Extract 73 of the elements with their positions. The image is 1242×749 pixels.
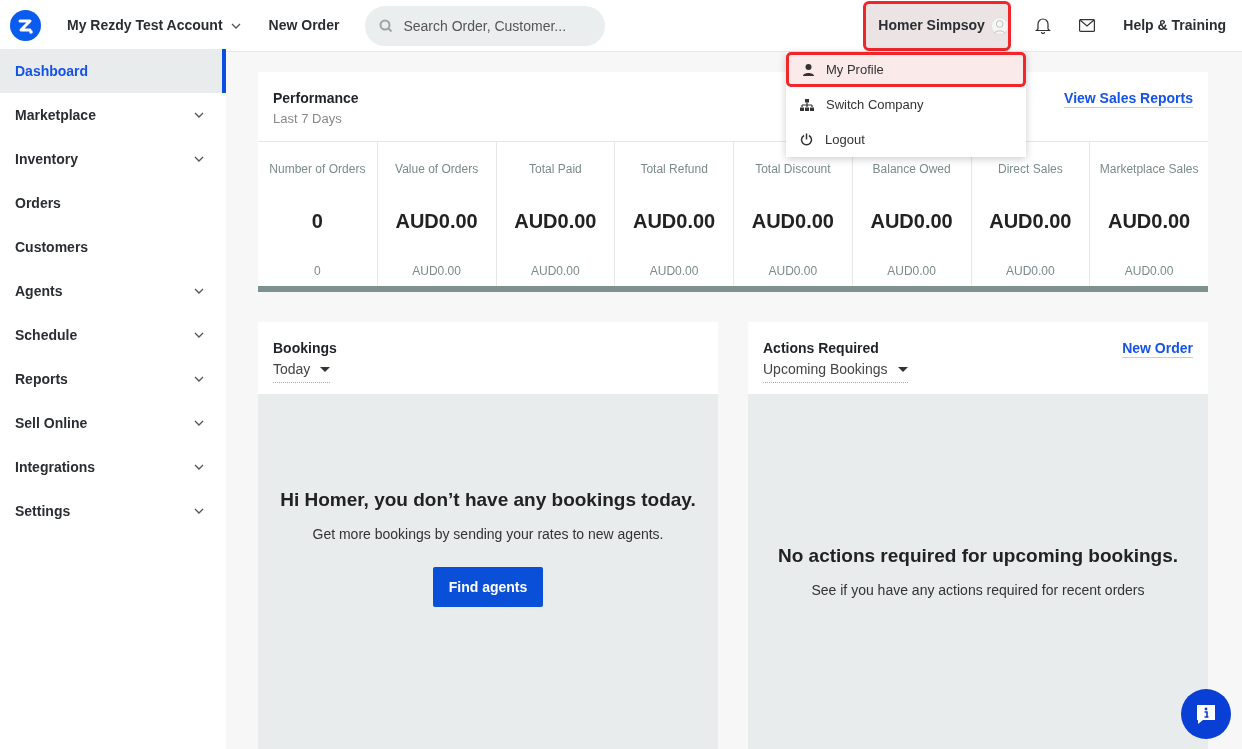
chevron-icon bbox=[194, 464, 204, 470]
metric-value: AUD0.00 bbox=[989, 209, 1072, 234]
card-title: Bookings bbox=[273, 339, 337, 358]
new-order-link[interactable]: New Order bbox=[1122, 338, 1193, 358]
filter-dropdown[interactable]: Today bbox=[273, 359, 331, 383]
metric-label: Total Refund bbox=[640, 161, 708, 178]
chevron-icon bbox=[194, 156, 204, 162]
view-sales-reports-link[interactable]: View Sales Reports bbox=[1064, 88, 1193, 108]
account-dropdown[interactable]: My Rezdy Test Account bbox=[67, 15, 241, 36]
sidebar-item[interactable]: Inventory bbox=[0, 137, 226, 181]
sidebar-item[interactable]: Reports bbox=[0, 357, 226, 401]
metric-label: Total Discount bbox=[755, 161, 831, 178]
menu-item[interactable]: Switch Company bbox=[786, 87, 1026, 122]
chevron-icon bbox=[194, 420, 204, 426]
filter-dropdown[interactable]: Upcoming Bookings bbox=[763, 359, 908, 383]
chevron-icon bbox=[230, 22, 241, 29]
sidebar-item[interactable]: Schedule bbox=[0, 313, 226, 357]
person-icon bbox=[803, 63, 814, 76]
metric-subvalue: AUD0.00 bbox=[412, 263, 461, 280]
sidebar-item[interactable]: Marketplace bbox=[0, 93, 226, 137]
menu-item[interactable]: Logout bbox=[786, 122, 1026, 157]
search-field[interactable]: Search Order, Customer... bbox=[365, 5, 606, 46]
metric-subvalue: 0 bbox=[314, 263, 321, 280]
info-icon bbox=[1195, 703, 1217, 725]
metric-value: AUD0.00 bbox=[395, 209, 478, 234]
logo-icon[interactable] bbox=[10, 10, 41, 41]
chevron-icon bbox=[194, 508, 204, 514]
caret-icon bbox=[320, 367, 331, 372]
new-order-button[interactable]: New Order bbox=[268, 15, 340, 36]
user-menu-button[interactable]: Homer Simpsoy bbox=[863, 0, 1012, 51]
metric-label: Marketplace Sales bbox=[1099, 161, 1199, 178]
card-title: Actions Required bbox=[763, 339, 880, 358]
card-subtitle: Last 7 Days bbox=[273, 110, 343, 128]
chevron-icon bbox=[194, 376, 204, 382]
menu-item[interactable]: My Profile bbox=[786, 52, 1026, 87]
empty-state-heading: No actions required for upcoming bookings. bbox=[777, 543, 1179, 568]
empty-state-text: Get more bookings by sending your rates to new agents. bbox=[312, 525, 664, 545]
metric-label: Total Paid bbox=[529, 161, 582, 178]
metric-subvalue: AUD0.00 bbox=[1124, 263, 1174, 280]
metric-subvalue: AUD0.00 bbox=[531, 263, 580, 280]
sidebar-item[interactable]: Sell Online bbox=[0, 401, 226, 445]
metric-subvalue: AUD0.00 bbox=[768, 263, 818, 280]
empty-state-text: See if you have any actions required for recent orders bbox=[811, 581, 1145, 601]
help-training-link[interactable]: Help & Training bbox=[1123, 15, 1226, 36]
sidebar-item[interactable]: Customers bbox=[0, 225, 226, 269]
chevron-icon bbox=[194, 332, 204, 338]
empty-state-heading: Hi Homer, you don’t have any bookings today. bbox=[280, 487, 696, 512]
sitemap-icon bbox=[800, 98, 814, 111]
chevron-icon bbox=[194, 112, 204, 118]
power-icon bbox=[800, 133, 813, 146]
sidebar-item[interactable]: Orders bbox=[0, 181, 226, 225]
metric-value: AUD0.00 bbox=[514, 209, 597, 234]
sidebar-item[interactable]: Integrations bbox=[0, 445, 226, 489]
metric-value: AUD0.00 bbox=[633, 209, 716, 234]
sidebar-item[interactable]: Dashboard bbox=[0, 49, 226, 93]
metric-subvalue: AUD0.00 bbox=[649, 263, 699, 280]
metric-subvalue: AUD0.00 bbox=[887, 263, 936, 280]
metric-value: AUD0.00 bbox=[1108, 209, 1191, 234]
chat-info-button[interactable] bbox=[1181, 689, 1231, 739]
caret-icon bbox=[897, 367, 908, 372]
metric-value: AUD0.00 bbox=[870, 209, 953, 234]
metric-label: Value of Orders bbox=[395, 161, 479, 178]
card-title: Performance bbox=[273, 89, 359, 108]
metric-label: Balance Owed bbox=[872, 161, 951, 178]
metric-value: 0 bbox=[311, 209, 323, 234]
metric-label: Direct Sales bbox=[998, 161, 1063, 178]
chevron-icon bbox=[194, 288, 204, 294]
find-agents-button[interactable]: Find agents bbox=[432, 567, 544, 608]
metric-label: Number of Orders bbox=[269, 161, 366, 178]
sidebar-item[interactable]: Agents bbox=[0, 269, 226, 313]
sidebar-item[interactable]: Settings bbox=[0, 489, 226, 533]
metric-subvalue: AUD0.00 bbox=[1006, 263, 1055, 280]
metric-value: AUD0.00 bbox=[751, 209, 834, 234]
